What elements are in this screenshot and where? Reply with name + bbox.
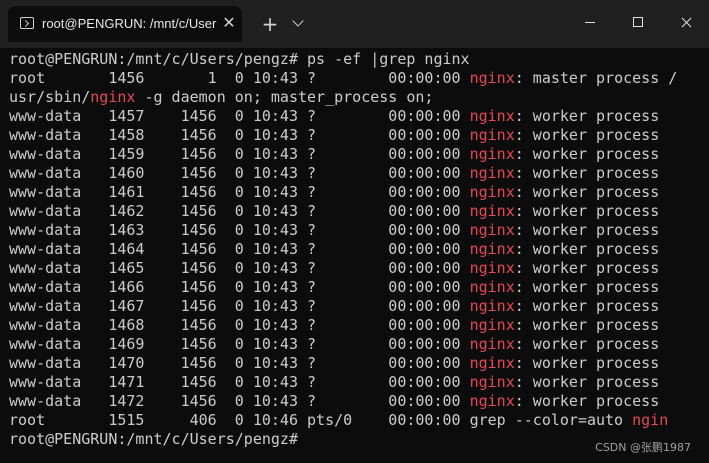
terminal-text: www-data 1469 1456 0 10:43 ? 00:00:00 [9,335,470,353]
maximize-button[interactable] [615,6,661,40]
terminal-line: usr/sbin/nginx -g daemon on; master_proc… [9,88,677,107]
terminal-text: www-data 1457 1456 0 10:43 ? 00:00:00 [9,107,470,125]
terminal-line: root@PENGRUN:/mnt/c/Users/pengz# [9,430,677,449]
terminal-text: : worker process [514,335,660,353]
highlighted-match: nginx [469,392,515,410]
maximize-icon [633,17,643,27]
terminal-text: : worker process [514,240,660,258]
terminal-text: -g daemon on; master_process on; [135,88,434,106]
terminal-line: www-data 1470 1456 0 10:43 ? 00:00:00 ng… [9,354,677,373]
terminal-text: : worker process [514,278,660,296]
terminal-text: www-data 1464 1456 0 10:43 ? 00:00:00 [9,240,470,258]
terminal-line: www-data 1462 1456 0 10:43 ? 00:00:00 ng… [9,202,677,221]
highlighted-match: ngin [632,411,669,429]
terminal-line: www-data 1457 1456 0 10:43 ? 00:00:00 ng… [9,107,677,126]
terminal-text: www-data 1470 1456 0 10:43 ? 00:00:00 [9,354,470,372]
chevron-down-icon[interactable] [288,12,308,36]
terminal-line: www-data 1458 1456 0 10:43 ? 00:00:00 ng… [9,126,677,145]
terminal-line: www-data 1467 1456 0 10:43 ? 00:00:00 ng… [9,297,677,316]
terminal-text: usr/sbin/ [9,88,91,106]
terminal-line: www-data 1471 1456 0 10:43 ? 00:00:00 ng… [9,373,677,392]
terminal-line: www-data 1472 1456 0 10:43 ? 00:00:00 ng… [9,392,677,411]
terminal-text: : worker process [514,316,660,334]
terminal-text: : worker process [514,145,660,163]
highlighted-match: nginx [469,107,515,125]
terminal-line: www-data 1469 1456 0 10:43 ? 00:00:00 ng… [9,335,677,354]
highlighted-match: nginx [469,373,515,391]
close-window-button[interactable] [663,6,709,40]
terminal-line: www-data 1468 1456 0 10:43 ? 00:00:00 ng… [9,316,677,335]
terminal-text: : worker process [514,392,660,410]
close-tab-icon[interactable]: ✕ [221,13,237,33]
terminal-output[interactable]: root@PENGRUN:/mnt/c/Users/pengz# ps -ef … [0,48,709,463]
terminal-text: www-data 1461 1456 0 10:43 ? 00:00:00 [9,183,470,201]
terminal-text: www-data 1467 1456 0 10:43 ? 00:00:00 [9,297,470,315]
tab-title: root@PENGRUN: /mnt/c/User [42,16,217,31]
terminal-text: www-data 1459 1456 0 10:43 ? 00:00:00 [9,145,470,163]
terminal-line: root 1456 1 0 10:43 ? 00:00:00 nginx: ma… [9,69,677,88]
terminal-line: root@PENGRUN:/mnt/c/Users/pengz# ps -ef … [9,50,677,69]
terminal-text: www-data 1466 1456 0 10:43 ? 00:00:00 [9,278,470,296]
highlighted-match: nginx [469,164,515,182]
terminal-text: : worker process [514,107,660,125]
highlighted-match: nginx [469,221,515,239]
terminal-line: root 1515 406 0 10:46 pts/0 00:00:00 gre… [9,411,677,430]
terminal-line: www-data 1461 1456 0 10:43 ? 00:00:00 ng… [9,183,677,202]
highlighted-match: nginx [469,316,515,334]
terminal-text: www-data 1471 1456 0 10:43 ? 00:00:00 [9,373,470,391]
terminal-text: : worker process [514,259,660,277]
minimize-button[interactable] [567,6,613,40]
minimize-icon [585,22,595,23]
terminal-line: www-data 1466 1456 0 10:43 ? 00:00:00 ng… [9,278,677,297]
terminal-text: www-data 1472 1456 0 10:43 ? 00:00:00 [9,392,470,410]
highlighted-match: nginx [469,335,515,353]
terminal-text: www-data 1460 1456 0 10:43 ? 00:00:00 [9,164,470,182]
highlighted-match: nginx [469,202,515,220]
terminal-line: www-data 1460 1456 0 10:43 ? 00:00:00 ng… [9,164,677,183]
terminal-text: root@PENGRUN:/mnt/c/Users/pengz# [9,430,298,448]
terminal-text: www-data 1458 1456 0 10:43 ? 00:00:00 [9,126,470,144]
terminal-line: www-data 1464 1456 0 10:43 ? 00:00:00 ng… [9,240,677,259]
watermark: CSDN @张鹏1987 [595,441,691,454]
terminal-text: www-data 1463 1456 0 10:43 ? 00:00:00 [9,221,470,239]
terminal-text: : master process / [514,69,678,87]
terminal-text: : worker process [514,373,660,391]
terminal-text: root@PENGRUN:/mnt/c/Users/pengz# ps -ef … [9,50,470,68]
terminal-text: : worker process [514,126,660,144]
terminal-text: : worker process [514,202,660,220]
highlighted-match: nginx [90,88,136,106]
highlighted-match: nginx [469,259,515,277]
terminal-text: www-data 1465 1456 0 10:43 ? 00:00:00 [9,259,470,277]
terminal-text: www-data 1462 1456 0 10:43 ? 00:00:00 [9,202,470,220]
highlighted-match: nginx [469,126,515,144]
terminal-text: : worker process [514,221,660,239]
highlighted-match: nginx [469,278,515,296]
terminal-text: : worker process [514,297,660,315]
highlighted-match: nginx [469,183,515,201]
terminal-tab[interactable]: root@PENGRUN: /mnt/c/User ✕ [8,6,242,42]
highlighted-match: nginx [469,69,515,87]
terminal-text: www-data 1468 1456 0 10:43 ? 00:00:00 [9,316,470,334]
highlighted-match: nginx [469,240,515,258]
title-bar: root@PENGRUN: /mnt/c/User ✕ + [0,0,709,48]
plus-icon[interactable]: + [258,12,282,36]
terminal-text: : worker process [514,164,660,182]
highlighted-match: nginx [469,145,515,163]
terminal-line: www-data 1459 1456 0 10:43 ? 00:00:00 ng… [9,145,677,164]
terminal-text: root 1515 406 0 10:46 pts/0 00:00:00 gre… [9,411,633,429]
highlighted-match: nginx [469,297,515,315]
terminal-text: : worker process [514,354,660,372]
terminal-line: www-data 1463 1456 0 10:43 ? 00:00:00 ng… [9,221,677,240]
terminal-lines: root@PENGRUN:/mnt/c/Users/pengz# ps -ef … [9,50,677,449]
highlighted-match: nginx [469,354,515,372]
terminal-icon [20,17,34,29]
terminal-text: root 1456 1 0 10:43 ? 00:00:00 [9,69,470,87]
terminal-text: : worker process [514,183,660,201]
terminal-line: www-data 1465 1456 0 10:43 ? 00:00:00 ng… [9,259,677,278]
